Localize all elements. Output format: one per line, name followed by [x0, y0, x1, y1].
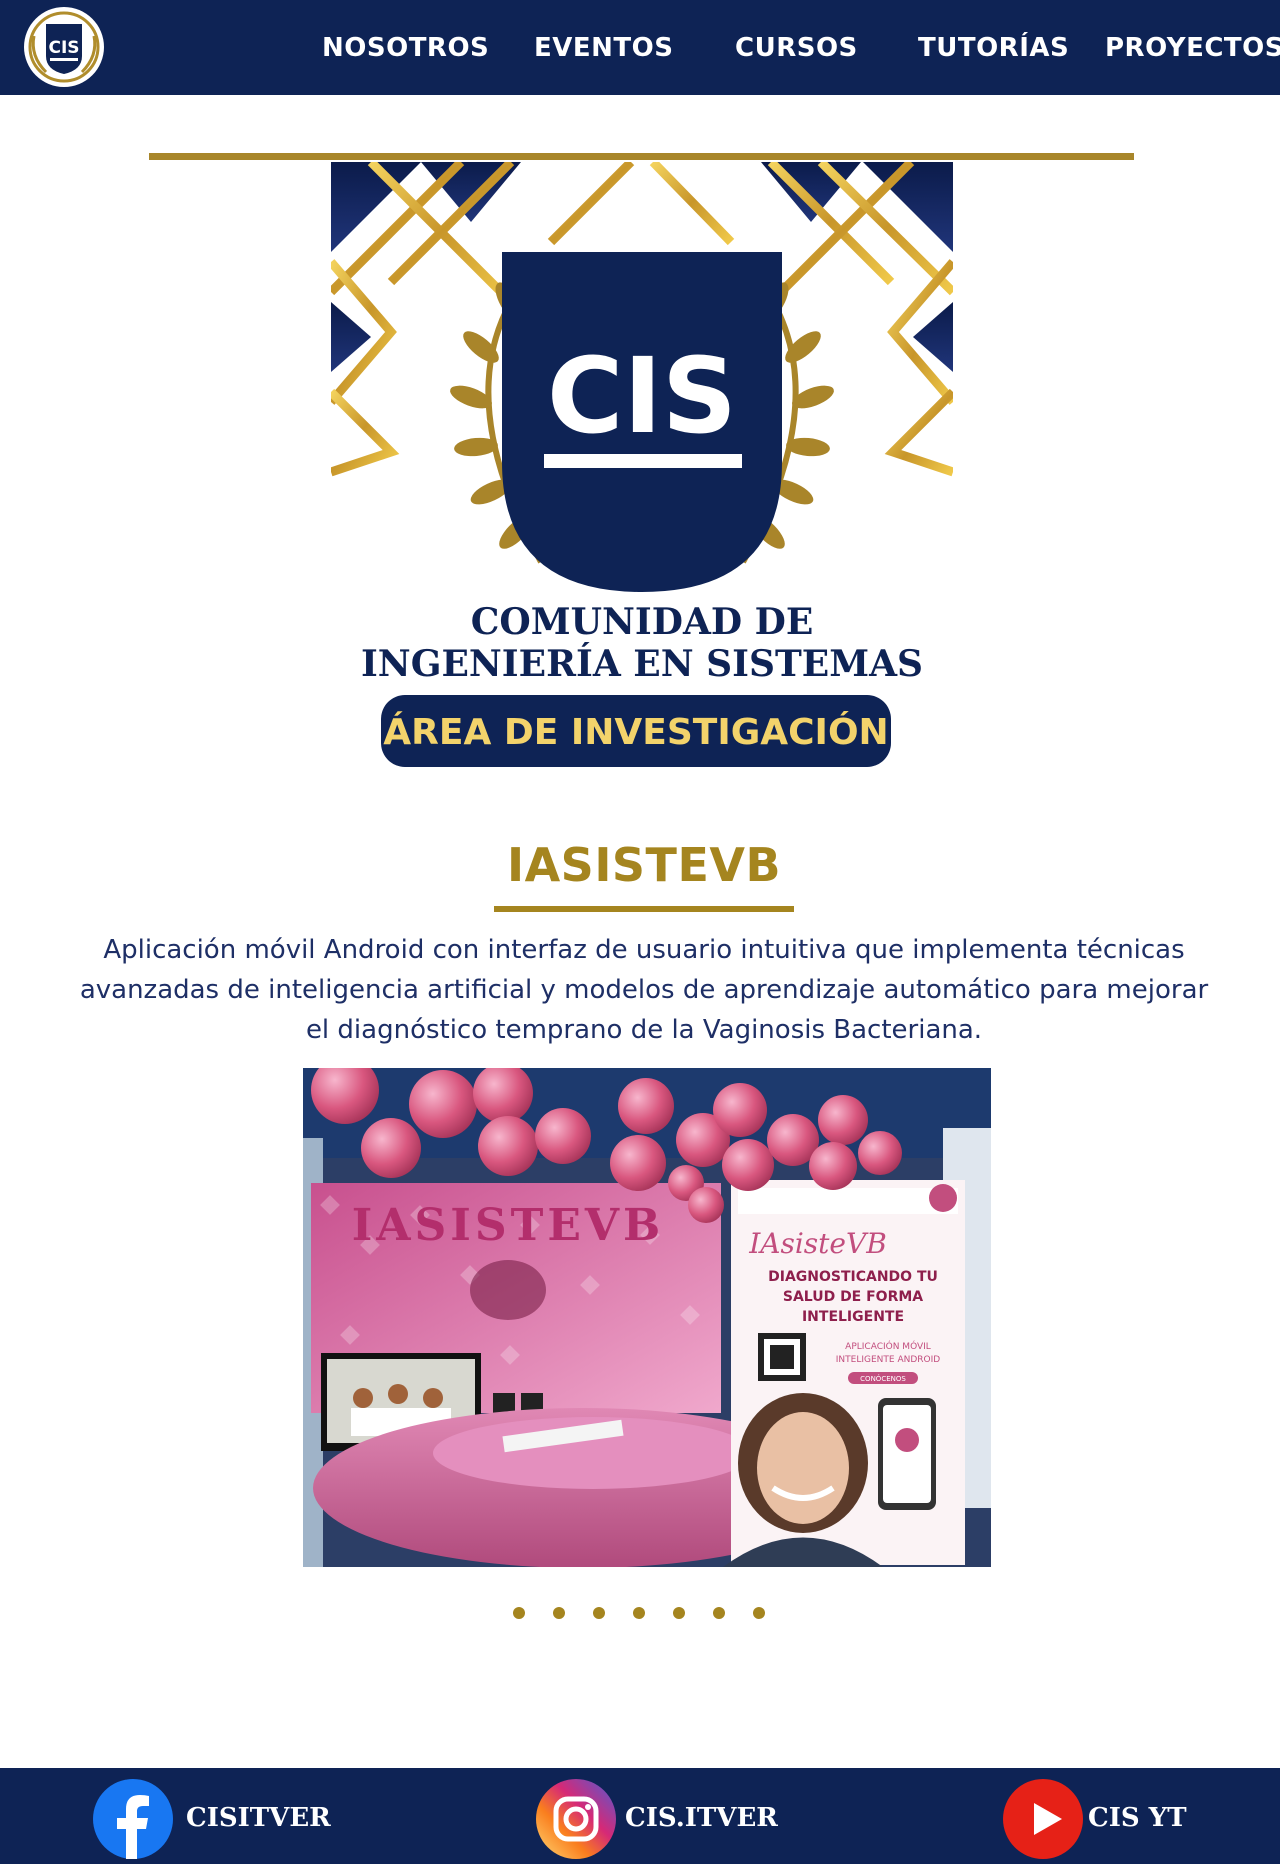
carousel-pagination: [513, 1607, 773, 1623]
poster-script-title: IAsisteVB: [748, 1227, 887, 1260]
area-pill-label: ÁREA DE INVESTIGACIÓN: [383, 711, 888, 753]
org-name-line1: COMUNIDAD DE: [471, 601, 814, 643]
poster-headline-2: SALUD DE FORMA: [783, 1289, 923, 1305]
nav-proyectos[interactable]: PROYECTOS: [1105, 30, 1280, 66]
carousel-dot[interactable]: [633, 1607, 645, 1619]
research-area-banner: CIS COMUNIDAD DE INGENIERÍA EN SISTEMAS …: [327, 158, 957, 770]
youtube-icon[interactable]: [1003, 1779, 1083, 1859]
instagram-link[interactable]: CIS.ITVER: [625, 1800, 778, 1836]
cis-logo-emblem: CIS: [24, 7, 104, 87]
nav-eventos[interactable]: EVENTOS: [534, 30, 673, 66]
poster-headline-1: DIAGNOSTICANDO TU: [768, 1269, 938, 1285]
youtube-link[interactable]: CIS YT: [1088, 1800, 1187, 1836]
logo-text: CIS: [48, 38, 79, 58]
cis-logo[interactable]: CIS: [20, 6, 108, 88]
nav-cursos[interactable]: CURSOS: [735, 30, 858, 66]
nav-nosotros[interactable]: NOSOTROS: [322, 30, 489, 66]
banner-graphic: CIS COMUNIDAD DE INGENIERÍA EN SISTEMAS …: [327, 158, 957, 767]
carousel-dot[interactable]: [593, 1607, 605, 1619]
backdrop-text: IASISTEVB: [352, 1200, 664, 1251]
hero-top-rule: [149, 153, 1134, 160]
carousel-dot[interactable]: [513, 1607, 525, 1619]
project-title-underline: [494, 906, 794, 912]
carousel-dot[interactable]: [753, 1607, 765, 1619]
emblem-text: CIS: [547, 335, 737, 457]
project-booth-photo: IASISTEVB IAsisteVB DIAGNOSTICANDO TU SA…: [303, 1068, 991, 1567]
org-name-line2: INGENIERÍA EN SISTEMAS: [361, 643, 923, 685]
instagram-icon[interactable]: [536, 1779, 616, 1859]
carousel-dot[interactable]: [713, 1607, 725, 1619]
top-navigation-bar: CIS NOSOTROS EVENTOS CURSOS TUTORÍAS PRO…: [0, 0, 1280, 95]
poster-subtitle-2: INTELIGENTE ANDROID: [836, 1355, 940, 1365]
social-footer: CISITVER CIS.ITVER CIS YT: [0, 1768, 1280, 1864]
nav-tutorias[interactable]: TUTORÍAS: [918, 30, 1069, 66]
carousel-dot[interactable]: [553, 1607, 565, 1619]
project-description: Aplicación móvil Android con interfaz de…: [79, 935, 1209, 1045]
carousel-dot[interactable]: [673, 1607, 685, 1619]
poster-cta: CONÓCENOS: [860, 1374, 906, 1383]
poster-headline-3: INTELIGENTE: [802, 1309, 904, 1325]
facebook-link[interactable]: CISITVER: [186, 1800, 331, 1836]
project-photo: IASISTEVB IAsisteVB DIAGNOSTICANDO TU SA…: [303, 1068, 991, 1567]
project-title: IASISTEVB: [506, 838, 782, 892]
poster-subtitle-1: APLICACIÓN MÓVIL: [845, 1340, 931, 1352]
facebook-icon[interactable]: [93, 1779, 173, 1859]
